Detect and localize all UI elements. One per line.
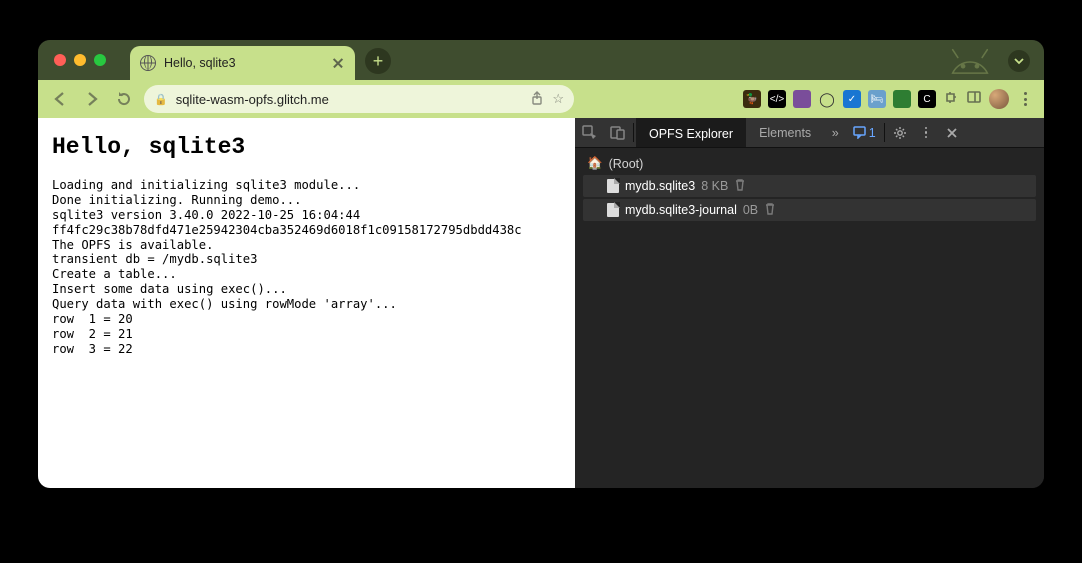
- ext-hotel[interactable]: 🛏: [868, 90, 886, 108]
- tab-strip: Hello, sqlite3 +: [38, 40, 1044, 80]
- extensions-button[interactable]: [943, 89, 959, 110]
- file-icon: [607, 203, 619, 217]
- file-name: mydb.sqlite3: [625, 179, 695, 193]
- devtools-menu-button[interactable]: [913, 118, 939, 147]
- home-icon: 🏠: [587, 156, 603, 171]
- close-window-button[interactable]: [54, 54, 66, 66]
- ext-black-c[interactable]: C: [918, 90, 936, 108]
- console-output: Loading and initializing sqlite3 module.…: [52, 178, 561, 357]
- globe-icon: [140, 55, 156, 71]
- devtools-close-button[interactable]: [939, 118, 965, 147]
- ext-blue-check[interactable]: ✓: [843, 90, 861, 108]
- side-panel-button[interactable]: [966, 89, 982, 110]
- ext-devtools-mode[interactable]: </>: [768, 90, 786, 108]
- ext-circle[interactable]: ◯: [818, 90, 836, 108]
- file-name: mydb.sqlite3-journal: [625, 203, 737, 217]
- console-messages-badge[interactable]: 1: [846, 118, 882, 147]
- ext-duckduckgo[interactable]: 🦆: [743, 90, 761, 108]
- share-icon[interactable]: [530, 91, 544, 108]
- ext-green[interactable]: [893, 90, 911, 108]
- forward-button[interactable]: [80, 87, 104, 111]
- file-icon: [607, 179, 619, 193]
- browser-window: Hello, sqlite3 +: [38, 40, 1044, 488]
- extensions-area: 🦆 </> ◯ ✓ 🛏 C: [743, 89, 1034, 110]
- device-toolbar-button[interactable]: [603, 118, 631, 147]
- inspect-element-button[interactable]: [575, 118, 603, 147]
- opfs-file-row[interactable]: mydb.sqlite3-journal 0B: [583, 199, 1036, 221]
- ext-purple[interactable]: [793, 90, 811, 108]
- more-tabs-button[interactable]: »: [824, 118, 846, 147]
- new-tab-button[interactable]: +: [365, 48, 391, 74]
- opfs-file-row[interactable]: mydb.sqlite3 8 KB: [583, 175, 1036, 197]
- delete-file-button[interactable]: [734, 178, 746, 194]
- reload-button[interactable]: [112, 87, 136, 111]
- lock-icon: 🔒: [154, 93, 168, 106]
- browser-toolbar: 🔒 sqlite-wasm-opfs.glitch.me ☆ 🦆 </> ◯ ✓ 🛏 C: [38, 80, 1044, 118]
- android-logo: [944, 46, 996, 76]
- maximize-window-button[interactable]: [94, 54, 106, 66]
- devtools-settings-button[interactable]: [887, 118, 913, 147]
- opfs-root-node[interactable]: 🏠 (Root): [583, 154, 1036, 173]
- devtools-panel: OPFS Explorer Elements » 1: [575, 118, 1044, 488]
- page-heading: Hello, sqlite3: [52, 134, 561, 160]
- close-tab-button[interactable]: [331, 56, 345, 70]
- profile-avatar[interactable]: [989, 89, 1009, 109]
- file-size: 0B: [743, 203, 758, 217]
- browser-tab-active[interactable]: Hello, sqlite3: [130, 46, 355, 80]
- back-button[interactable]: [48, 87, 72, 111]
- content-area: Hello, sqlite3 Loading and initializing …: [38, 118, 1044, 488]
- url-text: sqlite-wasm-opfs.glitch.me: [176, 92, 523, 107]
- delete-file-button[interactable]: [764, 202, 776, 218]
- rendered-page: Hello, sqlite3 Loading and initializing …: [38, 118, 575, 488]
- devtools-tabbar: OPFS Explorer Elements » 1: [575, 118, 1044, 148]
- devtools-tab-elements[interactable]: Elements: [746, 118, 824, 147]
- minimize-window-button[interactable]: [74, 54, 86, 66]
- devtools-tab-opfs[interactable]: OPFS Explorer: [636, 118, 746, 147]
- bookmark-icon[interactable]: ☆: [552, 91, 564, 107]
- tab-title: Hello, sqlite3: [164, 56, 323, 70]
- window-controls: [54, 54, 106, 66]
- file-size: 8 KB: [701, 179, 728, 193]
- tab-search-button[interactable]: [1008, 50, 1030, 72]
- address-bar[interactable]: 🔒 sqlite-wasm-opfs.glitch.me ☆: [144, 85, 574, 113]
- opfs-tree: 🏠 (Root) mydb.sqlite3 8 KB mydb.sqlite3-jo…: [575, 148, 1044, 227]
- root-label: (Root): [609, 157, 644, 171]
- browser-menu-button[interactable]: [1016, 92, 1034, 106]
